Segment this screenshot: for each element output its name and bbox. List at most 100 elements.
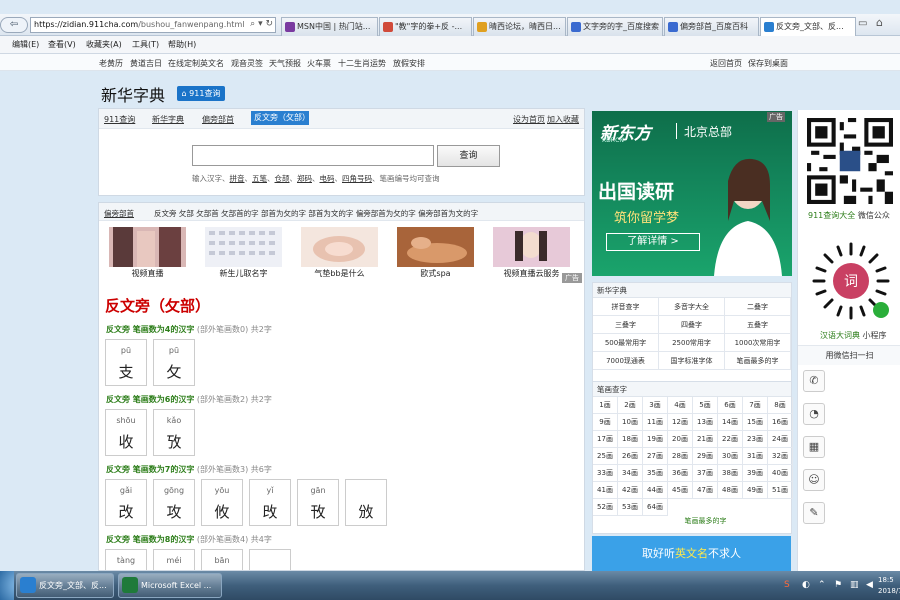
stroke-link[interactable]: 13画 <box>693 414 718 431</box>
tab-jiao[interactable]: "教"字的拳+反 -... <box>379 17 472 36</box>
thumb-spa[interactable]: 欧式spa <box>397 227 474 282</box>
char-cell[interactable]: yōu 攸 <box>201 479 243 526</box>
add-favorite-link[interactable]: 加入收藏 <box>547 114 579 125</box>
stroke-link[interactable]: 14画 <box>718 414 743 431</box>
stroke-link[interactable]: 24画 <box>768 431 793 448</box>
stroke-link[interactable]: 10画 <box>618 414 643 431</box>
stroke-link[interactable]: 53画 <box>618 499 643 516</box>
new-tab-icon[interactable]: ▭ <box>858 18 867 29</box>
top-link[interactable]: 在线定制英文名 <box>168 58 224 69</box>
stroke-link[interactable]: 18画 <box>618 431 643 448</box>
clock[interactable]: 18:5 2018/7 <box>878 575 900 597</box>
related-text[interactable]: 反文旁 攵部 攵部首 攵部首的字 部首为攵的字 部首为文的字 偏旁部首为攵的字 … <box>154 208 478 219</box>
set-home-link[interactable]: 设为首页 <box>513 114 545 125</box>
char-cell[interactable]: shōu 收 <box>105 409 147 456</box>
stroke-link[interactable]: 28画 <box>668 448 693 465</box>
menu-tools[interactable]: 工具(T) <box>132 39 159 50</box>
stroke-link[interactable]: 47画 <box>693 482 718 499</box>
taskbar-item-excel[interactable]: Microsoft Excel ... <box>118 573 222 598</box>
char-cell[interactable]: yǐ 攺 <box>249 479 291 526</box>
stroke-link[interactable]: 30画 <box>718 448 743 465</box>
stroke-link[interactable]: 29画 <box>693 448 718 465</box>
tab-baidu-search[interactable]: 文字旁的字_百度搜索 <box>567 17 663 36</box>
stroke-link[interactable]: 33画 <box>593 465 618 482</box>
char-cell[interactable]: gōng 攻 <box>153 479 195 526</box>
stroke-link[interactable]: 25画 <box>593 448 618 465</box>
save-desktop-link[interactable]: 保存到桌面 <box>748 58 788 69</box>
tab-forum[interactable]: 晴西论坛，晴西日... <box>473 17 566 36</box>
xinhua-link[interactable]: 五叠字 <box>725 316 791 334</box>
stroke-link[interactable]: 44画 <box>643 482 668 499</box>
stroke-link[interactable]: 49画 <box>743 482 768 499</box>
menu-edit[interactable]: 编辑(E) <box>12 39 39 50</box>
flag-icon[interactable]: ⚑ <box>834 580 842 590</box>
stroke-link[interactable]: 26画 <box>618 448 643 465</box>
breadcrumb-item[interactable]: 新华字典 <box>152 114 184 125</box>
stroke-link[interactable]: 17画 <box>593 431 618 448</box>
stroke-link[interactable]: 16画 <box>768 414 793 431</box>
taskbar-item-ie[interactable]: 反文旁_文部、反... <box>16 573 114 598</box>
stroke-link[interactable]: 39画 <box>743 465 768 482</box>
xinhua-link[interactable]: 四叠字 <box>659 316 725 334</box>
stroke-link[interactable]: 21画 <box>693 431 718 448</box>
hint-link[interactable]: 电码 <box>320 174 335 183</box>
xinhua-link[interactable]: 拼音查字 <box>593 298 659 316</box>
site-badge[interactable]: ⌂ 911查询 <box>177 86 225 101</box>
hint-link[interactable]: 仓颉 <box>275 174 290 183</box>
stroke-link[interactable]: 12画 <box>668 414 693 431</box>
xinhua-link[interactable]: 2500常用字 <box>659 334 725 352</box>
wechat-icon[interactable]: ✆ <box>803 370 825 392</box>
stroke-link[interactable]: 48画 <box>718 482 743 499</box>
stroke-link[interactable]: 3画 <box>643 397 668 414</box>
menu-help[interactable]: 帮助(H) <box>168 39 196 50</box>
menu-favorites[interactable]: 收藏夹(A) <box>86 39 122 50</box>
char-cell[interactable]: méi政 <box>153 549 195 570</box>
stroke-link[interactable]: 31画 <box>743 448 768 465</box>
stroke-link[interactable]: 11画 <box>643 414 668 431</box>
most-strokes-link[interactable]: 笔画最多的字 <box>668 513 743 530</box>
xinhua-link[interactable]: 国字标准字体 <box>659 352 725 370</box>
tab-baidu-baike[interactable]: 偏旁部首_百度百科 <box>664 17 759 36</box>
stroke-link[interactable]: 9画 <box>593 414 618 431</box>
tab-active[interactable]: 反文旁_文部、反... <box>760 17 856 36</box>
xinhua-link[interactable]: 笔画最多的字 <box>725 352 791 370</box>
stroke-link[interactable]: 8画 <box>768 397 793 414</box>
thumb-live-video[interactable]: 视频直播 <box>109 227 186 282</box>
top-link[interactable]: 火车票 <box>307 58 331 69</box>
top-link[interactable]: 黄道吉日 <box>130 58 162 69</box>
ad-more-button[interactable]: 了解详情 > <box>606 233 700 251</box>
stroke-link[interactable]: 51画 <box>768 482 793 499</box>
top-link[interactable]: 十二生肖运势 <box>338 58 386 69</box>
top-link[interactable]: 老黄历 <box>99 58 123 69</box>
xdf-ad-banner[interactable]: 新东方 XDF.CN 北京总部 出国读研 筑你留学梦 了解详情 > 广告 <box>592 111 792 276</box>
top-link[interactable]: 天气预报 <box>269 58 301 69</box>
hint-link[interactable]: 四角号码 <box>342 174 372 183</box>
stroke-link[interactable]: 37画 <box>693 465 718 482</box>
stroke-link[interactable]: 19画 <box>643 431 668 448</box>
stroke-link[interactable]: 38画 <box>718 465 743 482</box>
home-icon[interactable]: ⌂ <box>876 16 883 29</box>
back-icon[interactable]: ⇦ <box>0 17 28 33</box>
char-cell[interactable]: pū 攵 <box>153 339 195 386</box>
home-link[interactable]: 返回首页 <box>710 58 742 69</box>
feedback-icon[interactable]: ✎ <box>803 502 825 524</box>
network-icon[interactable]: ▥ <box>850 580 859 590</box>
stroke-link[interactable]: 34画 <box>618 465 643 482</box>
stroke-link[interactable]: 32画 <box>768 448 793 465</box>
tray-app-icon[interactable]: ◐ <box>802 580 810 590</box>
stroke-link[interactable]: 7画 <box>743 397 768 414</box>
top-link[interactable]: 放假安排 <box>393 58 425 69</box>
char-cell[interactable]: tàng放 <box>105 549 147 570</box>
top-link[interactable]: 观音灵签 <box>231 58 263 69</box>
hint-link[interactable]: 五笔 <box>252 174 267 183</box>
tab-msn[interactable]: MSN中国 | 热门站... <box>281 17 378 36</box>
xinhua-link[interactable]: 7000现通表 <box>593 352 659 370</box>
xinhua-link[interactable]: 500最常用字 <box>593 334 659 352</box>
char-cell[interactable]: pū 支 <box>105 339 147 386</box>
hint-link[interactable]: 拼音 <box>230 174 245 183</box>
english-name-banner[interactable]: 取好听英文名不求人 <box>592 536 791 571</box>
xinhua-link[interactable]: 三叠字 <box>593 316 659 334</box>
stroke-link[interactable]: 27画 <box>643 448 668 465</box>
stroke-link[interactable]: 1画 <box>593 397 618 414</box>
char-cell[interactable] <box>249 549 291 570</box>
